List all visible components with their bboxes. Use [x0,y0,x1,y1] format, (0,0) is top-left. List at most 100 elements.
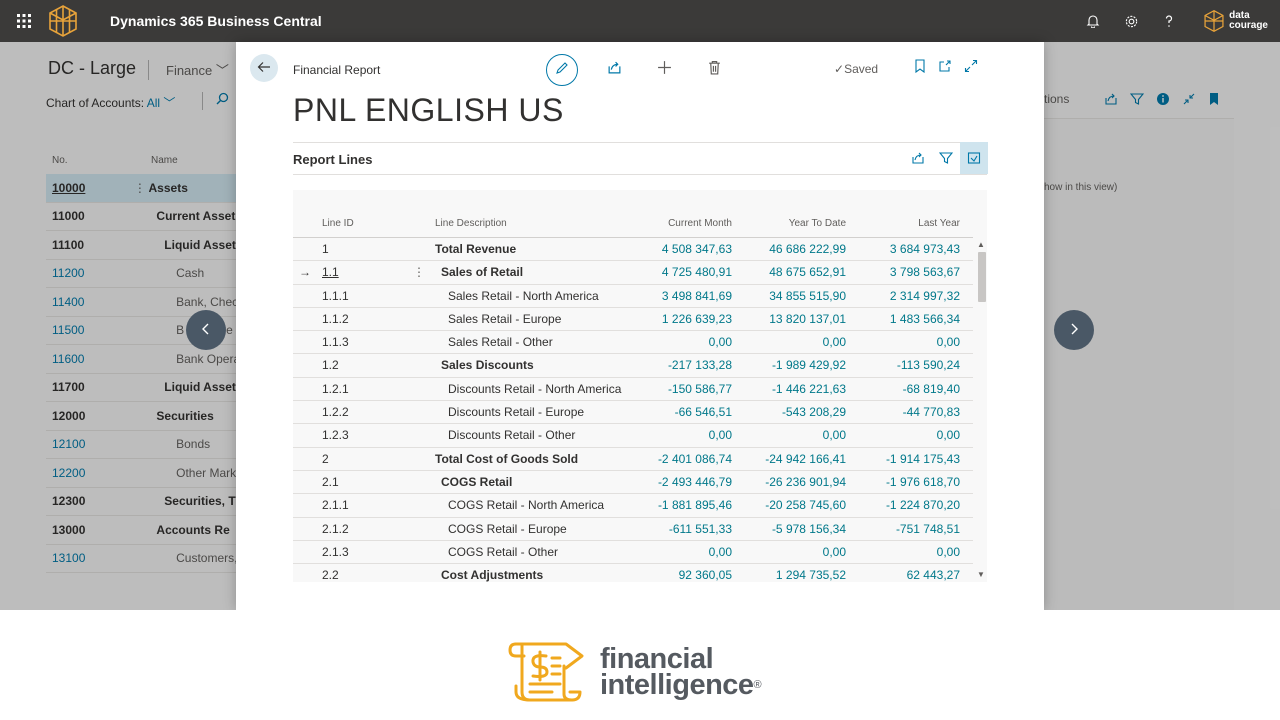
line-id[interactable]: 1.2.2 [322,405,349,419]
edit-button[interactable] [546,54,578,86]
year-to-date-value: 1 294 735,52 [775,568,846,582]
year-to-date-value: -5 978 156,34 [771,521,846,536]
table-row[interactable]: 1.1.2 Sales Retail - Europe 1 226 639,23 13… [293,308,973,332]
line-id[interactable]: 1.1.3 [322,335,349,349]
vertical-scrollbar[interactable]: ▲ ▼ [975,238,987,582]
app-title[interactable]: Dynamics 365 Business Central [110,13,322,29]
last-year-value: -751 748,51 [895,521,960,536]
table-row[interactable]: 2.2 Cost Adjustments 92 360,05 1 294 735,52… [293,564,973,582]
year-to-date-value: 46 686 222,99 [769,242,846,256]
current-month-value: -1 881 895,46 [657,498,732,513]
chevron-left-icon [201,320,211,341]
line-id[interactable]: 1.1 [322,265,339,279]
open-new-window-icon[interactable] [938,59,952,76]
next-record-button[interactable] [1054,310,1094,350]
section-action-icons [904,142,988,174]
app-launcher-icon[interactable] [12,14,36,28]
gear-icon[interactable] [1121,11,1141,31]
line-id[interactable]: 1.2.1 [322,382,349,396]
year-to-date-value: -26 236 901,94 [765,474,846,489]
scroll-down-icon[interactable]: ▼ [977,570,985,579]
bookmark-icon[interactable] [914,59,926,76]
back-button[interactable] [250,54,278,82]
breadcrumb: Financial Report [293,63,381,77]
layout-toggle-icon[interactable] [960,142,988,174]
last-year-value: 1 483 566,34 [889,311,960,326]
financial-intelligence-logo: financial intelligence® [508,636,762,708]
last-year-value: 3 798 563,67 [889,265,960,280]
top-bar: Dynamics 365 Business Central data coura… [0,0,1280,42]
column-header-current-month[interactable]: Current Month [632,218,732,229]
table-row[interactable]: 1.2.2 Discounts Retail - Europe -66 546,51… [293,401,973,425]
line-id[interactable]: 2.2 [322,568,339,582]
table-row[interactable]: 1.1.3 Sales Retail - Other 0,00 0,00 0,00 [293,331,973,355]
line-description: COGS Retail - Europe [448,521,567,536]
column-header-last-year[interactable]: Last Year [860,218,960,229]
current-month-value: 1 226 639,23 [661,311,732,326]
share-icon [607,61,622,79]
year-to-date-value: 0,00 [822,335,846,350]
line-id[interactable]: 2.1.1 [322,498,349,512]
current-month-value: 92 360,05 [678,568,732,582]
table-row[interactable]: 1.1.1 Sales Retail - North America 3 498 8… [293,285,973,308]
line-id[interactable]: 1 [322,242,329,256]
bell-icon[interactable] [1083,11,1103,31]
table-row[interactable]: 1.2.1 Discounts Retail - North America -15… [293,378,973,402]
share-icon[interactable] [904,142,932,174]
section-divider-bottom [293,174,987,175]
check-icon: ✓ [834,62,845,76]
line-id[interactable]: 1.1.1 [322,289,349,303]
last-year-value: 0,00 [936,335,960,350]
current-month-value: 3 498 841,69 [661,288,732,303]
table-row[interactable]: 1.2.3 Discounts Retail - Other 0,00 0,00 0,0… [293,424,973,448]
scroll-up-icon[interactable]: ▲ [977,240,985,249]
table-row[interactable]: 2 Total Cost of Goods Sold -2 401 086,74 -2… [293,448,973,471]
table-row[interactable]: 2.1.3 COGS Retail - Other 0,00 0,00 0,00 [293,541,973,565]
data-courage-logo[interactable]: data courage [1203,9,1268,33]
row-menu-icon[interactable]: ⋮ [413,265,425,279]
column-header-line-description[interactable]: Line Description [435,218,507,229]
company-cube-logo-icon[interactable] [46,4,80,38]
line-id[interactable]: 2.1 [322,475,339,489]
line-id[interactable]: 2 [322,452,329,466]
line-description: Total Cost of Goods Sold [435,451,579,466]
last-year-value: -1 224 870,20 [885,498,960,513]
column-header-year-to-date[interactable]: Year To Date [746,218,846,229]
previous-record-button[interactable] [186,310,226,350]
year-to-date-value: 34 855 515,90 [769,288,846,303]
line-description: COGS Retail - Other [448,544,559,559]
table-row[interactable]: 2.1.2 COGS Retail - Europe -611 551,33 -5 9… [293,518,973,541]
delete-button[interactable] [700,60,728,80]
table-row[interactable]: 2.1.1 COGS Retail - North America -1 881 8… [293,494,973,518]
expand-icon[interactable] [964,59,978,76]
table-row[interactable]: → ⋮ 1.1 Sales of Retail 4 725 480,91 48 675 6… [293,261,973,285]
last-year-value: -1 914 175,43 [885,451,960,466]
line-description: Sales of Retail [441,265,524,280]
year-to-date-value: 0,00 [822,544,846,559]
line-id[interactable]: 1.2 [322,358,339,372]
line-id[interactable]: 1.2.3 [322,428,349,442]
report-lines-rows: 1 Total Revenue 4 508 347,63 46 686 222,99 3… [293,238,973,582]
line-id[interactable]: 2.1.3 [322,545,349,559]
share-button[interactable] [600,60,628,80]
last-year-value: 3 684 973,43 [889,242,960,256]
table-row[interactable]: 2.1 COGS Retail -2 493 446,79 -26 236 901,9… [293,471,973,495]
last-year-value: 0,00 [936,544,960,559]
new-button[interactable] [650,60,678,80]
section-title[interactable]: Report Lines [293,152,372,167]
line-id[interactable]: 2.1.2 [322,522,349,536]
last-year-value: 62 443,27 [906,568,960,582]
report-lines-grid: Line ID Line Description Current Month Y… [293,190,987,582]
table-row[interactable]: 1 Total Revenue 4 508 347,63 46 686 222,99 3… [293,238,973,262]
filter-icon[interactable] [932,142,960,174]
table-row[interactable]: 1.2 Sales Discounts -217 133,28 -1 989 429,… [293,354,973,378]
help-icon[interactable] [1159,11,1179,31]
current-month-value: -611 551,33 [668,521,732,536]
line-id[interactable]: 1.1.2 [322,312,349,326]
column-header-line-id[interactable]: Line ID [322,218,354,229]
year-to-date-value: -24 942 166,41 [765,451,846,466]
scrollbar-thumb[interactable] [978,252,986,302]
line-description: Cost Adjustments [441,568,544,582]
year-to-date-value: -20 258 745,60 [765,498,846,513]
current-month-value: 0,00 [708,544,732,559]
